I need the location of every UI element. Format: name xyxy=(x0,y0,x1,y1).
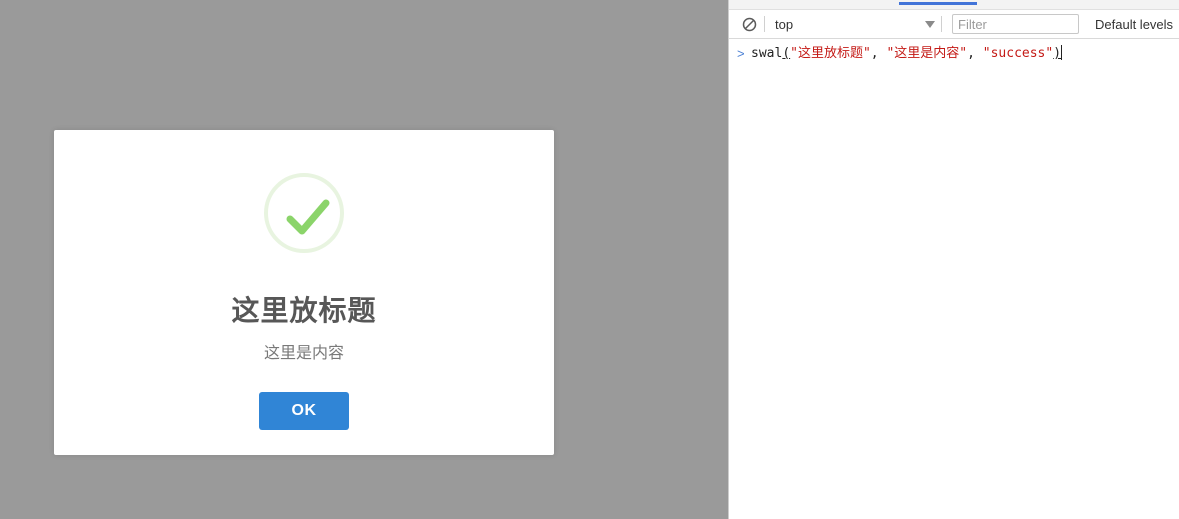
code-token-function: swal xyxy=(751,46,783,61)
chevron-down-icon xyxy=(925,20,935,28)
console-input-row[interactable]: > swal("这里放标题", "这里是内容", "success") xyxy=(729,39,1179,65)
active-tab-indicator xyxy=(899,2,977,5)
filter-input[interactable] xyxy=(952,14,1079,34)
log-levels-select[interactable]: Default levels xyxy=(1095,17,1173,32)
web-page-pane: 这里放标题 这里是内容 OK xyxy=(0,0,728,519)
code-token-sep2: , xyxy=(967,46,983,61)
devtools-tabstrip xyxy=(729,0,1179,10)
screenshot-root: 这里放标题 这里是内容 OK top Filter Default levels… xyxy=(0,0,1179,519)
code-token-arg3: "success" xyxy=(982,46,1054,61)
sweetalert-modal: 这里放标题 这里是内容 OK xyxy=(54,130,554,455)
code-token-arg2: "这里是内容" xyxy=(886,46,968,61)
execution-context-select[interactable]: top xyxy=(775,13,941,35)
text-caret xyxy=(1061,45,1063,60)
code-token-sep1: , xyxy=(870,46,887,61)
console-body: > swal("这里放标题", "这里是内容", "success") xyxy=(729,39,1179,519)
confirm-ok-button[interactable]: OK xyxy=(259,391,349,430)
code-token-arg1: "这里放标题" xyxy=(790,46,871,61)
modal-message: 这里是内容 xyxy=(263,344,344,362)
console-input-code[interactable]: swal("这里放标题", "这里是内容", "success") xyxy=(751,45,1063,63)
modal-actions: OK xyxy=(259,391,349,430)
execution-context-label: top xyxy=(775,16,794,32)
code-token-open-paren: ( xyxy=(782,46,791,61)
console-prompt-arrow: > xyxy=(737,46,745,61)
toolbar-separator-2 xyxy=(941,16,942,32)
clear-console-icon[interactable] xyxy=(738,13,760,35)
modal-title: 这里放标题 xyxy=(231,295,377,326)
toolbar-separator-1 xyxy=(764,16,765,32)
console-toolbar: top Default levels xyxy=(729,10,1179,39)
success-check-icon xyxy=(264,173,344,253)
devtools-panel: top Default levels > swal("这里放标题", "这里是内… xyxy=(728,0,1179,519)
code-token-close-paren: ) xyxy=(1053,46,1062,61)
